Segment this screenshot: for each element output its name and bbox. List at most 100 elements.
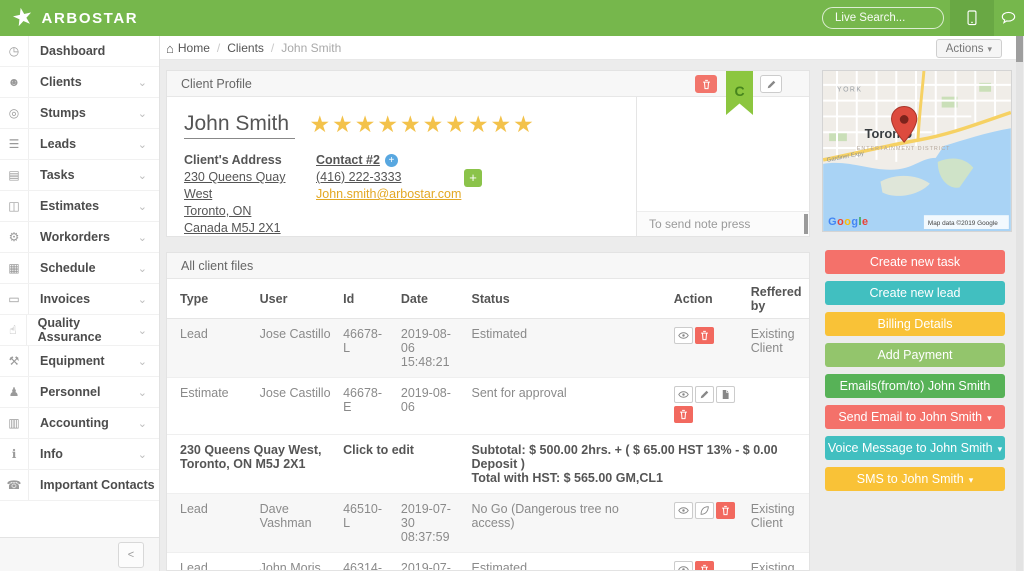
breadcrumb-clients[interactable]: Clients (227, 41, 264, 55)
star-icon[interactable]: ★ (491, 111, 514, 137)
client-address-line[interactable]: 230 Queens Quay West (184, 169, 316, 203)
delete-action-button[interactable] (695, 561, 714, 571)
client-address-label: Client's Address (184, 153, 282, 167)
sms-to-john-smith-button[interactable]: SMS to John Smith▾ (825, 467, 1005, 491)
star-icon[interactable]: ★ (377, 111, 400, 137)
delete-action-button[interactable] (695, 327, 714, 344)
sidebar-item-invoices[interactable]: ▭Invoices⌄ (0, 284, 159, 315)
emails-from-to-john-smith-button[interactable]: Emails(from/to) John Smith (825, 374, 1005, 398)
sidebar-item-workorders[interactable]: ⚙Workorders⌄ (0, 222, 159, 253)
cell-date: 2019-08-06 15:48:21 (395, 319, 466, 378)
delete-action-button[interactable] (674, 406, 693, 423)
brand-logo[interactable]: ★ ARBOSTAR (12, 0, 138, 36)
client-location-map[interactable]: YORK Toronto ENTERTAINMENT DISTRICT Gard… (822, 70, 1012, 232)
sidebar-item-estimates[interactable]: ◫Estimates⌄ (0, 191, 159, 222)
cell-type: Estimate (167, 378, 254, 435)
send-email-to-john-smith-button[interactable]: Send Email to John Smith▾ (825, 405, 1005, 429)
dashboard-icon: ◷ (0, 36, 29, 66)
cell-referred: Existing Client (745, 494, 809, 553)
sidebar-item-label: Leads (29, 129, 76, 159)
sidebar-item-leads[interactable]: ☰Leads⌄ (0, 129, 159, 160)
actions-dropdown-button[interactable]: Actions▾ (936, 39, 1002, 58)
star-icon[interactable]: ★ (445, 111, 468, 137)
note-scrollbar-thumb[interactable] (804, 214, 808, 234)
clients-icon: ☻ (0, 67, 29, 97)
sidebar-item-info[interactable]: ℹInfo⌄ (0, 439, 159, 470)
chat-button[interactable] (996, 0, 1020, 36)
view-action-button[interactable] (674, 327, 693, 344)
live-search-input[interactable] (822, 7, 944, 29)
sidebar-collapse-button[interactable]: < (118, 542, 144, 568)
star-icon[interactable]: ★ (400, 111, 423, 137)
contact-label[interactable]: Contact #2 (316, 153, 380, 167)
client-profile-title: Client Profile (181, 77, 252, 91)
view-action-button[interactable] (674, 386, 693, 403)
star-icon[interactable]: ★ (355, 111, 378, 137)
breadcrumb-home[interactable]: Home (178, 41, 210, 55)
sidebar-item-dashboard[interactable]: ◷Dashboard (0, 36, 159, 67)
star-icon[interactable]: ★ (423, 111, 446, 137)
star-icon[interactable]: ★ (468, 111, 491, 137)
delete-client-button[interactable] (695, 75, 717, 93)
sidebar-item-label: Workorders (29, 222, 110, 252)
chat-bubble-icon (1001, 11, 1016, 25)
important-contacts-icon: ☎ (0, 470, 29, 500)
page-scrollbar[interactable] (1016, 36, 1023, 571)
trash-icon (720, 505, 731, 516)
map-canvas: YORK Toronto ENTERTAINMENT DISTRICT Gard… (823, 71, 1011, 231)
sidebar-item-accounting[interactable]: ▥Accounting⌄ (0, 408, 159, 439)
view-action-button[interactable] (674, 561, 693, 571)
breadcrumb-separator: / (217, 41, 220, 55)
sidebar-item-tasks[interactable]: ▤Tasks⌄ (0, 160, 159, 191)
client-address-line[interactable]: Toronto, ON (184, 203, 316, 220)
sidebar-item-equipment[interactable]: ⚒Equipment⌄ (0, 346, 159, 377)
sidebar-item-schedule[interactable]: ▦Schedule⌄ (0, 253, 159, 284)
sidebar-item-quality-assurance[interactable]: ☝Quality Assurance⌄ (0, 315, 159, 346)
edit-action-button[interactable] (695, 386, 714, 403)
create-new-lead-button[interactable]: Create new lead (825, 281, 1005, 305)
client-notes-pane (636, 97, 809, 236)
chevron-down-icon: ⌄ (138, 253, 159, 283)
summary-edit-hint[interactable]: Click to edit (337, 435, 465, 494)
star-icon[interactable]: ★ (513, 111, 536, 137)
caret-down-icon: ▾ (969, 475, 974, 485)
voice-message-to-john-smith-button[interactable]: Voice Message to John Smith▾ (825, 436, 1005, 460)
sidebar-item-stumps[interactable]: ◎Stumps⌄ (0, 98, 159, 129)
page-scrollbar-thumb[interactable] (1016, 36, 1023, 62)
create-new-task-button[interactable]: Create new task (825, 250, 1005, 274)
billing-details-button[interactable]: Billing Details (825, 312, 1005, 336)
schedule-icon: ▦ (0, 253, 29, 283)
breadcrumb-current: John Smith (281, 41, 341, 55)
sidebar-item-clients[interactable]: ☻Clients⌄ (0, 67, 159, 98)
map-attribution: Map data ©2019 Google (928, 219, 998, 227)
chevron-down-icon: ⌄ (138, 191, 159, 221)
cell-status: No Go (Dangerous tree no access) (465, 494, 667, 553)
add-contact-button[interactable]: + (464, 169, 482, 187)
client-name[interactable]: John Smith (184, 112, 295, 139)
cell-type: Lead (167, 494, 254, 553)
accounting-icon: ▥ (0, 408, 29, 438)
leaf-action-button[interactable] (695, 502, 714, 519)
star-icon[interactable]: ★ (310, 111, 333, 137)
client-phone-link[interactable]: (416) 222-3333 (316, 169, 464, 186)
client-rating[interactable]: ★★★★★★★★★★ (310, 111, 536, 138)
sidebar-item-personnel[interactable]: ♟Personnel⌄ (0, 377, 159, 408)
add-payment-button[interactable]: Add Payment (825, 343, 1005, 367)
sidebar-item-important-contacts[interactable]: ☎Important Contacts (0, 470, 159, 501)
client-info-row: Client's Address 230 Queens Quay West To… (184, 152, 635, 237)
add-contact-icon[interactable]: + (385, 154, 398, 167)
note-input[interactable] (637, 212, 809, 236)
pencil-icon (766, 79, 777, 90)
breadcrumb-bar: ⌂ Home / Clients / John Smith Actions▾ (160, 36, 1016, 60)
client-address-line[interactable]: Canada M5J 2X1 (184, 220, 316, 237)
delete-action-button[interactable] (716, 502, 735, 519)
file-action-button[interactable] (716, 386, 735, 403)
mobile-phone-icon (965, 9, 979, 27)
view-action-button[interactable] (674, 502, 693, 519)
cell-date: 2019-07-22 12:17:08 (395, 553, 466, 571)
client-email-link[interactable]: John.smith@arbostar.com (316, 186, 464, 203)
mobile-app-button[interactable] (950, 0, 994, 36)
client-files-table: TypeUserIdDateStatusActionReffered by Le… (167, 279, 809, 571)
edit-client-button[interactable] (760, 75, 782, 93)
star-icon[interactable]: ★ (332, 111, 355, 137)
